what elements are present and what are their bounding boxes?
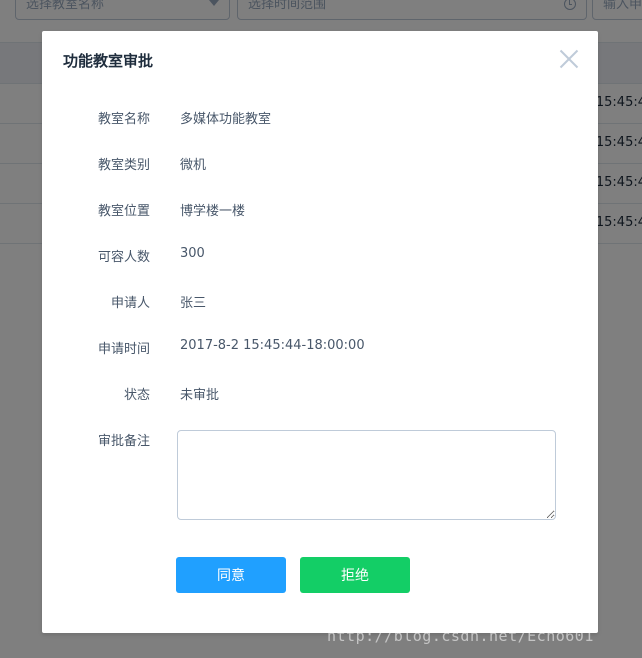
field-value: 微机: [180, 158, 207, 173]
field-status: 状态 未审批: [42, 384, 598, 404]
approve-button[interactable]: 同意: [176, 557, 286, 593]
remark-label: 审批备注: [97, 434, 150, 449]
field-value: 张三: [180, 296, 207, 311]
field-apply-time: 申请时间 2017-8-2 15:45:44-18:00:00: [42, 338, 598, 358]
field-label: 申请人: [110, 296, 150, 311]
reject-button[interactable]: 拒绝: [300, 557, 410, 593]
field-value: 多媒体功能教室: [180, 112, 272, 127]
watermark: http://blog.csdn.net/Echo601: [327, 627, 594, 645]
field-label: 状态: [123, 388, 150, 403]
field-classroom-location: 教室位置 博学楼一楼: [42, 200, 598, 220]
field-value: 博学楼一楼: [180, 204, 246, 219]
field-applicant: 申请人 张三: [42, 292, 598, 312]
field-label: 教室类别: [97, 158, 150, 173]
close-icon[interactable]: [558, 48, 580, 70]
field-value: 未审批: [180, 388, 220, 403]
dialog-title: 功能教室审批: [63, 52, 154, 70]
remark-textarea[interactable]: [177, 430, 556, 520]
field-label: 教室名称: [97, 112, 150, 127]
field-label: 教室位置: [97, 204, 150, 219]
approval-dialog: 功能教室审批 教室名称 多媒体功能教室 教室类别 微机 教室位置 博学楼一楼 可…: [42, 31, 598, 633]
field-value: 300: [180, 246, 205, 261]
field-label: 可容人数: [97, 250, 150, 265]
field-capacity: 可容人数 300: [42, 246, 598, 266]
field-value: 2017-8-2 15:45:44-18:00:00: [180, 338, 365, 353]
field-classroom-type: 教室类别 微机: [42, 154, 598, 174]
field-label: 申请时间: [97, 342, 150, 357]
field-classroom-name: 教室名称 多媒体功能教室: [42, 108, 598, 128]
